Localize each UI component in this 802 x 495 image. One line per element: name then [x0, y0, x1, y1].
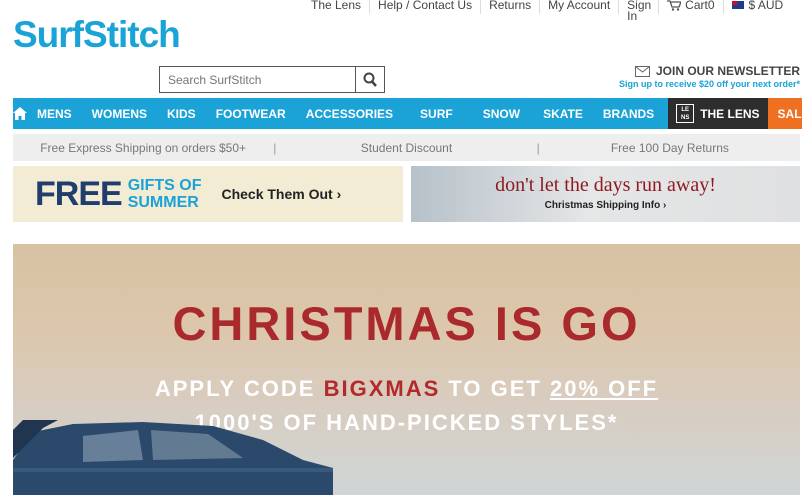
free-shipping-link[interactable]: Free Express Shipping on orders $50+ [13, 141, 273, 155]
newsletter-title: JOIN OUR NEWSLETTER [655, 64, 800, 78]
main-navigation: MENS WOMENS KIDS FOOTWEAR ACCESSORIES SU… [13, 98, 802, 129]
help-contact-link[interactable]: Help / Contact Us [369, 0, 480, 14]
currency-label: $ AUD [748, 0, 784, 12]
my-account-link[interactable]: My Account [539, 0, 618, 14]
nav-item-womens[interactable]: WOMENS [82, 98, 157, 129]
top-utility-links: The Lens Help / Contact Us Returns My Ac… [303, 0, 792, 22]
student-discount-link[interactable]: Student Discount [276, 141, 536, 155]
newsletter-signup[interactable]: JOIN OUR NEWSLETTER Sign up to receive $… [619, 64, 800, 89]
check-them-out-link[interactable]: Check Them Out › [221, 186, 341, 202]
search-input[interactable] [160, 67, 355, 92]
search-icon [363, 72, 377, 87]
nav-item-accessories[interactable]: ACCESSORIES [296, 98, 403, 129]
returns-link[interactable]: Returns [480, 0, 539, 14]
hero-title: CHRISTMAS IS GO [172, 297, 641, 350]
search-button[interactable] [355, 67, 384, 92]
search-box [159, 66, 385, 93]
cart-icon [667, 0, 682, 11]
nav-item-the-lens[interactable]: LE NS THE LENS [668, 98, 768, 129]
australia-flag-icon [731, 1, 744, 9]
the-lens-icon: LE NS [676, 104, 695, 123]
surfstitch-logo[interactable]: SurfStitch [13, 14, 181, 56]
nav-item-sale[interactable]: SALE [767, 98, 802, 129]
nav-item-surf[interactable]: SURF [403, 98, 470, 129]
info-strip: Free Express Shipping on orders $50+ | S… [13, 134, 800, 161]
christmas-shipping-banner[interactable]: don't let the days run away! Christmas S… [411, 166, 800, 222]
nav-item-footwear[interactable]: FOOTWEAR [206, 98, 296, 129]
cart-link[interactable]: Cart0 [658, 0, 722, 14]
nav-item-snow[interactable]: SNOW [470, 98, 533, 129]
newsletter-subtitle: Sign up to receive $20 off your next ord… [618, 79, 800, 89]
nav-item-brands[interactable]: BRANDS [593, 98, 664, 129]
gifts-of-summer-banner[interactable]: FREE GIFTS OF SUMMER Check Them Out › [13, 166, 403, 222]
promo-code: BIGXMAS [323, 376, 441, 401]
promo-shipping-headline: don't let the days run away! [495, 174, 716, 196]
nav-lens-label: THE LENS [700, 106, 760, 121]
home-icon [13, 107, 27, 120]
cart-label: Cart0 [685, 0, 715, 12]
hero-banner[interactable]: CHRISTMAS IS GO APPLY CODE BIGXMAS TO GE… [13, 244, 800, 495]
christmas-shipping-info-link[interactable]: Christmas Shipping Info › [411, 200, 800, 211]
sign-in-link[interactable]: Sign In [618, 0, 658, 22]
currency-selector[interactable]: $ AUD [722, 0, 792, 14]
promo-gifts-text: GIFTS OF SUMMER [127, 177, 202, 211]
home-button[interactable] [13, 98, 27, 129]
vintage-car-image [13, 420, 333, 495]
envelope-icon [634, 65, 650, 77]
promo-free-text: FREE [35, 175, 123, 213]
nav-item-mens[interactable]: MENS [27, 98, 82, 129]
nav-item-skate[interactable]: SKATE [533, 98, 593, 129]
free-returns-link[interactable]: Free 100 Day Returns [540, 141, 800, 155]
nav-item-kids[interactable]: KIDS [157, 98, 206, 129]
hero-promo-code-line: APPLY CODE BIGXMAS TO GET 20% OFF [154, 376, 659, 401]
the-lens-link[interactable]: The Lens [303, 0, 369, 14]
